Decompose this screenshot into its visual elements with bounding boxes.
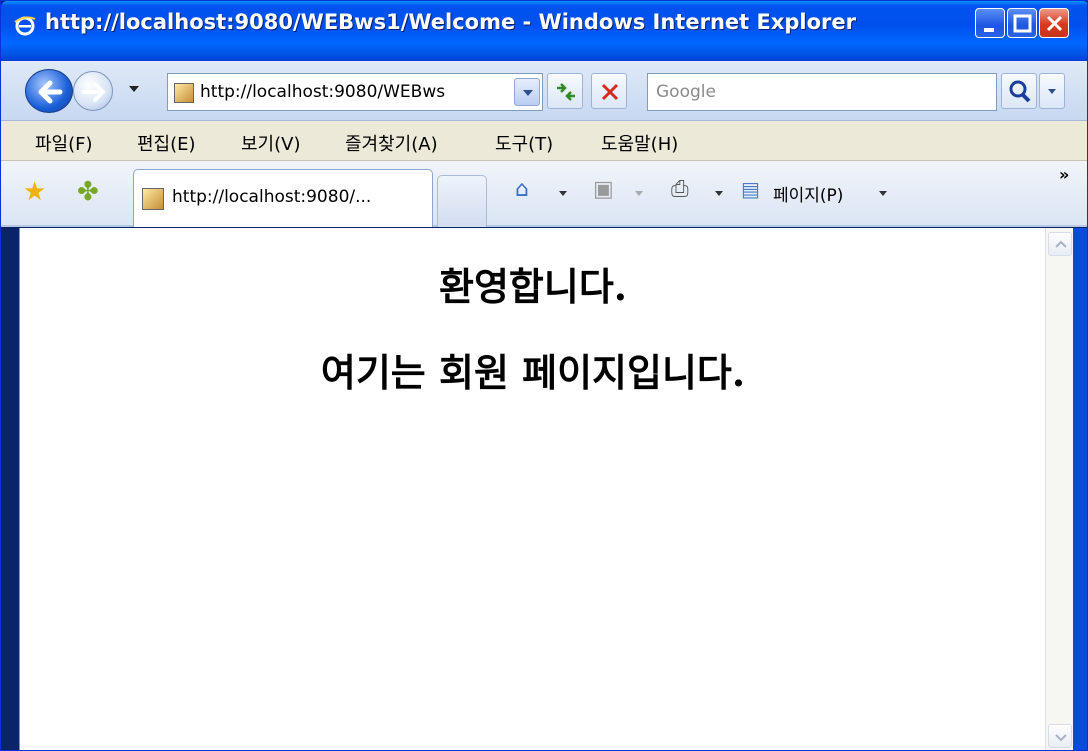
more-commands-chevron-icon[interactable]: »: [1059, 165, 1069, 184]
welcome-heading: 환영합니다.: [438, 264, 628, 309]
chevron-up-icon: [1055, 240, 1067, 248]
page-icon: ▤: [741, 177, 760, 201]
member-page-heading: 여기는 회원 페이지입니다.: [320, 350, 746, 395]
search-input[interactable]: Google: [656, 82, 716, 102]
menu-bar: 파일(F) 편집(E) 보기(V) 즐겨찾기(A) 도구(T) 도움말(H): [1, 121, 1087, 161]
tab-favicon-icon: [142, 188, 164, 210]
home-icon[interactable]: ⌂: [515, 179, 529, 201]
page-menu-label: 페이지(P): [773, 186, 844, 206]
new-tab-button[interactable]: [437, 175, 487, 227]
page-content: 환영합니다. 여기는 회원 페이지입니다.: [19, 228, 1045, 750]
menu-favorites[interactable]: 즐겨찾기(A): [345, 130, 438, 156]
menu-help[interactable]: 도움말(H): [601, 130, 678, 156]
internet-explorer-icon: [13, 13, 37, 37]
menu-tools[interactable]: 도구(T): [495, 130, 553, 156]
forward-button[interactable]: [73, 71, 113, 111]
search-options-dropdown[interactable]: [1039, 73, 1065, 109]
print-icon[interactable]: ⎙: [671, 179, 689, 201]
recent-pages-dropdown[interactable]: [129, 86, 139, 92]
home-dropdown[interactable]: [559, 191, 567, 196]
tab-label: http://localhost:9080/...: [172, 187, 372, 207]
title-bar[interactable]: http://localhost:9080/WEBws1/Welcome - W…: [1, 1, 1087, 61]
menu-file[interactable]: 파일(F): [35, 130, 93, 156]
back-button[interactable]: [25, 69, 73, 113]
menu-edit[interactable]: 편집(E): [137, 130, 196, 156]
back-arrow-icon: [38, 80, 63, 104]
vertical-scrollbar[interactable]: [1045, 228, 1073, 750]
command-bar: ★ ✤ http://localhost:9080/... ⌂ ▣ ⎙ ▤ 페이…: [1, 161, 1087, 227]
search-box[interactable]: Google: [647, 73, 997, 111]
window-border-right: [1073, 228, 1087, 750]
stop-icon: [601, 83, 619, 101]
feeds-dropdown[interactable]: [635, 191, 643, 196]
tab-active[interactable]: http://localhost:9080/...: [133, 169, 433, 227]
close-button[interactable]: [1039, 8, 1069, 38]
address-dropdown-button[interactable]: [514, 78, 540, 106]
scroll-up-button[interactable]: [1048, 232, 1072, 256]
browser-window: http://localhost:9080/WEBws1/Welcome - W…: [0, 0, 1088, 751]
page-menu-button[interactable]: 페이지(P): [773, 181, 843, 206]
maximize-button[interactable]: [1007, 8, 1037, 38]
window-title: http://localhost:9080/WEBws1/Welcome - W…: [45, 10, 856, 34]
forward-arrow-icon: [82, 82, 105, 102]
print-dropdown[interactable]: [715, 191, 723, 196]
address-toolbar: http://localhost:9080/WEBws Google: [1, 61, 1087, 121]
search-icon: [1009, 80, 1031, 103]
scroll-down-button[interactable]: [1048, 724, 1072, 748]
page-favicon-icon: [174, 83, 194, 103]
add-favorite-icon[interactable]: ✤: [77, 179, 99, 205]
page-menu-dropdown[interactable]: [879, 191, 887, 196]
chevron-down-icon: [1055, 734, 1067, 742]
search-button[interactable]: [1001, 73, 1037, 109]
feeds-icon[interactable]: ▣: [593, 179, 614, 201]
refresh-icon: [557, 83, 575, 101]
address-bar[interactable]: http://localhost:9080/WEBws: [167, 73, 543, 111]
menu-view[interactable]: 보기(V): [241, 130, 300, 156]
favorites-star-icon[interactable]: ★: [23, 179, 46, 205]
stop-button[interactable]: [591, 73, 627, 109]
minimize-button[interactable]: [975, 8, 1005, 38]
refresh-button[interactable]: [547, 73, 583, 109]
address-input[interactable]: http://localhost:9080/WEBws: [200, 82, 506, 102]
